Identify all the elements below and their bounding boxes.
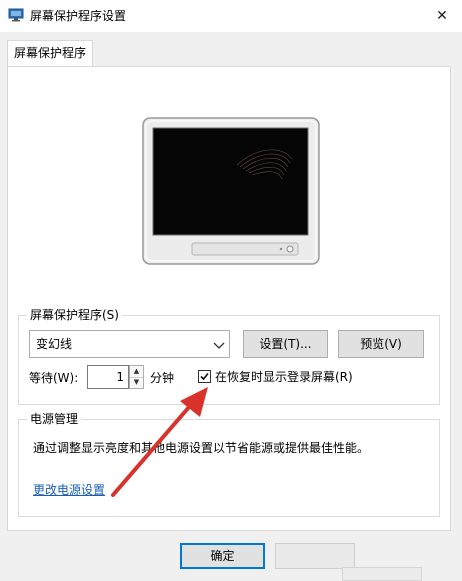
wait-unit: 分钟 — [150, 371, 175, 385]
tab-screensaver[interactable]: 屏幕保护程序 — [7, 40, 93, 66]
settings-button[interactable]: 设置(T)... — [243, 330, 328, 358]
wait-spinner: ▲ ▼ — [129, 365, 144, 389]
screensaver-group: 屏幕保护程序(S) 变幻线 设置(T)... 预览(V) 等待(W): 1 ▲ … — [18, 308, 440, 405]
title-bar: 屏幕保护程序设置 ✕ — [0, 0, 462, 32]
window-title: 屏幕保护程序设置 — [30, 9, 127, 23]
cancel-button[interactable] — [275, 543, 355, 569]
change-power-settings-link[interactable]: 更改电源设置 — [33, 482, 105, 498]
tab-panel: 屏幕保护程序(S) 变幻线 设置(T)... 预览(V) 等待(W): 1 ▲ … — [7, 66, 451, 531]
power-description: 通过调整显示亮度和其他电源设置以节省能源或提供最佳性能。 — [33, 441, 370, 455]
ok-button[interactable]: 确定 — [180, 543, 265, 569]
monitor-preview-image — [142, 117, 320, 265]
screensaver-group-label: 屏幕保护程序(S) — [27, 308, 122, 322]
monitor-preview — [142, 117, 322, 267]
apply-button[interactable] — [342, 567, 422, 581]
tab-strip: 屏幕保护程序 — [0, 32, 462, 67]
power-group-label: 电源管理 — [27, 412, 82, 426]
close-button[interactable]: ✕ — [422, 0, 462, 32]
wait-label: 等待(W): — [29, 371, 79, 385]
resume-logon-label[interactable]: 在恢复时显示登录屏幕(R) — [215, 370, 353, 384]
screensaver-select-value: 变幻线 — [36, 337, 73, 351]
spin-down-icon[interactable]: ▼ — [130, 377, 143, 388]
preview-button[interactable]: 预览(V) — [338, 330, 424, 358]
screensaver-select[interactable]: 变幻线 — [29, 330, 230, 358]
resume-logon-checkbox[interactable] — [198, 370, 211, 383]
power-group: 电源管理 通过调整显示亮度和其他电源设置以节省能源或提供最佳性能。 更改电源设置 — [18, 412, 440, 517]
display-settings-icon — [8, 8, 24, 22]
chevron-down-icon — [213, 339, 225, 349]
checkmark-icon — [200, 372, 209, 381]
wait-minutes-input[interactable]: 1 — [87, 365, 129, 389]
